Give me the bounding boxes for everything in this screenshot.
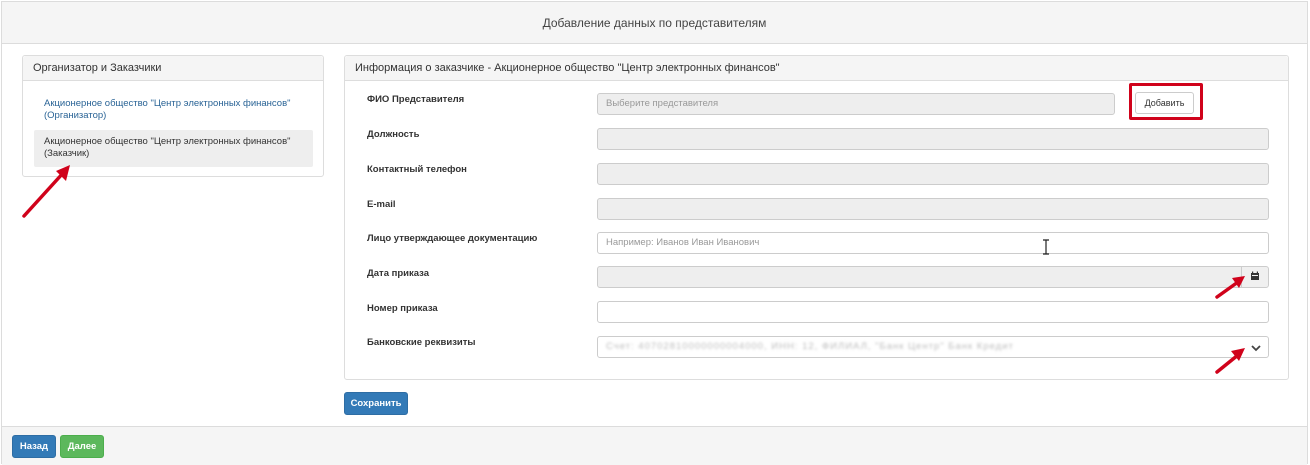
bank-details-value: Счет: 40702810000000004000, ИНН: 12, ФИЛ… bbox=[606, 341, 1014, 352]
org-item-customer[interactable]: Акционерное общество "Центр электронных … bbox=[34, 130, 313, 167]
add-button-highlight bbox=[1129, 83, 1203, 120]
next-button[interactable]: Далее bbox=[60, 435, 104, 458]
save-button[interactable]: Сохранить bbox=[344, 392, 408, 415]
approver-label: Лицо утверждающее документацию bbox=[367, 233, 538, 244]
back-button[interactable]: Назад bbox=[12, 435, 56, 458]
chevron-down-icon bbox=[1251, 345, 1261, 352]
phone-label: Контактный телефон bbox=[367, 164, 467, 175]
position-label: Должность bbox=[367, 129, 420, 140]
customer-info-title: Информация о заказчике - Акционерное общ… bbox=[345, 56, 1288, 81]
order-number-input[interactable] bbox=[597, 301, 1269, 323]
phone-field[interactable] bbox=[597, 163, 1269, 185]
representative-select[interactable]: Выберите представителя bbox=[597, 93, 1115, 115]
page-title: Добавление данных по представителям bbox=[2, 2, 1307, 44]
order-date-field[interactable] bbox=[597, 266, 1242, 288]
order-date-label: Дата приказа bbox=[367, 268, 430, 279]
bank-label: Банковские реквизиты bbox=[367, 337, 476, 348]
email-label: E-mail bbox=[367, 199, 396, 210]
bank-details-select[interactable]: Счет: 40702810000000004000, ИНН: 12, ФИЛ… bbox=[597, 336, 1269, 358]
page-container: Добавление данных по представителям Орга… bbox=[1, 1, 1308, 465]
calendar-button[interactable] bbox=[1241, 266, 1269, 288]
footer-bar: Назад Далее bbox=[2, 426, 1307, 465]
calendar-icon bbox=[1251, 271, 1259, 281]
order-number-label: Номер приказа bbox=[367, 303, 438, 314]
text-cursor-icon bbox=[1043, 239, 1049, 255]
organizers-panel-title: Организатор и Заказчики bbox=[23, 56, 323, 81]
position-field[interactable] bbox=[597, 128, 1269, 150]
approver-input[interactable]: Например: Иванов Иван Иванович bbox=[597, 232, 1269, 254]
org-item-organizer[interactable]: Акционерное общество "Центр электронных … bbox=[34, 96, 313, 124]
fio-label: ФИО Представителя bbox=[367, 94, 465, 105]
organizers-panel: Организатор и Заказчики Акционерное обще… bbox=[22, 55, 324, 177]
customer-info-panel: Информация о заказчике - Акционерное общ… bbox=[344, 55, 1289, 380]
email-field[interactable] bbox=[597, 198, 1269, 220]
